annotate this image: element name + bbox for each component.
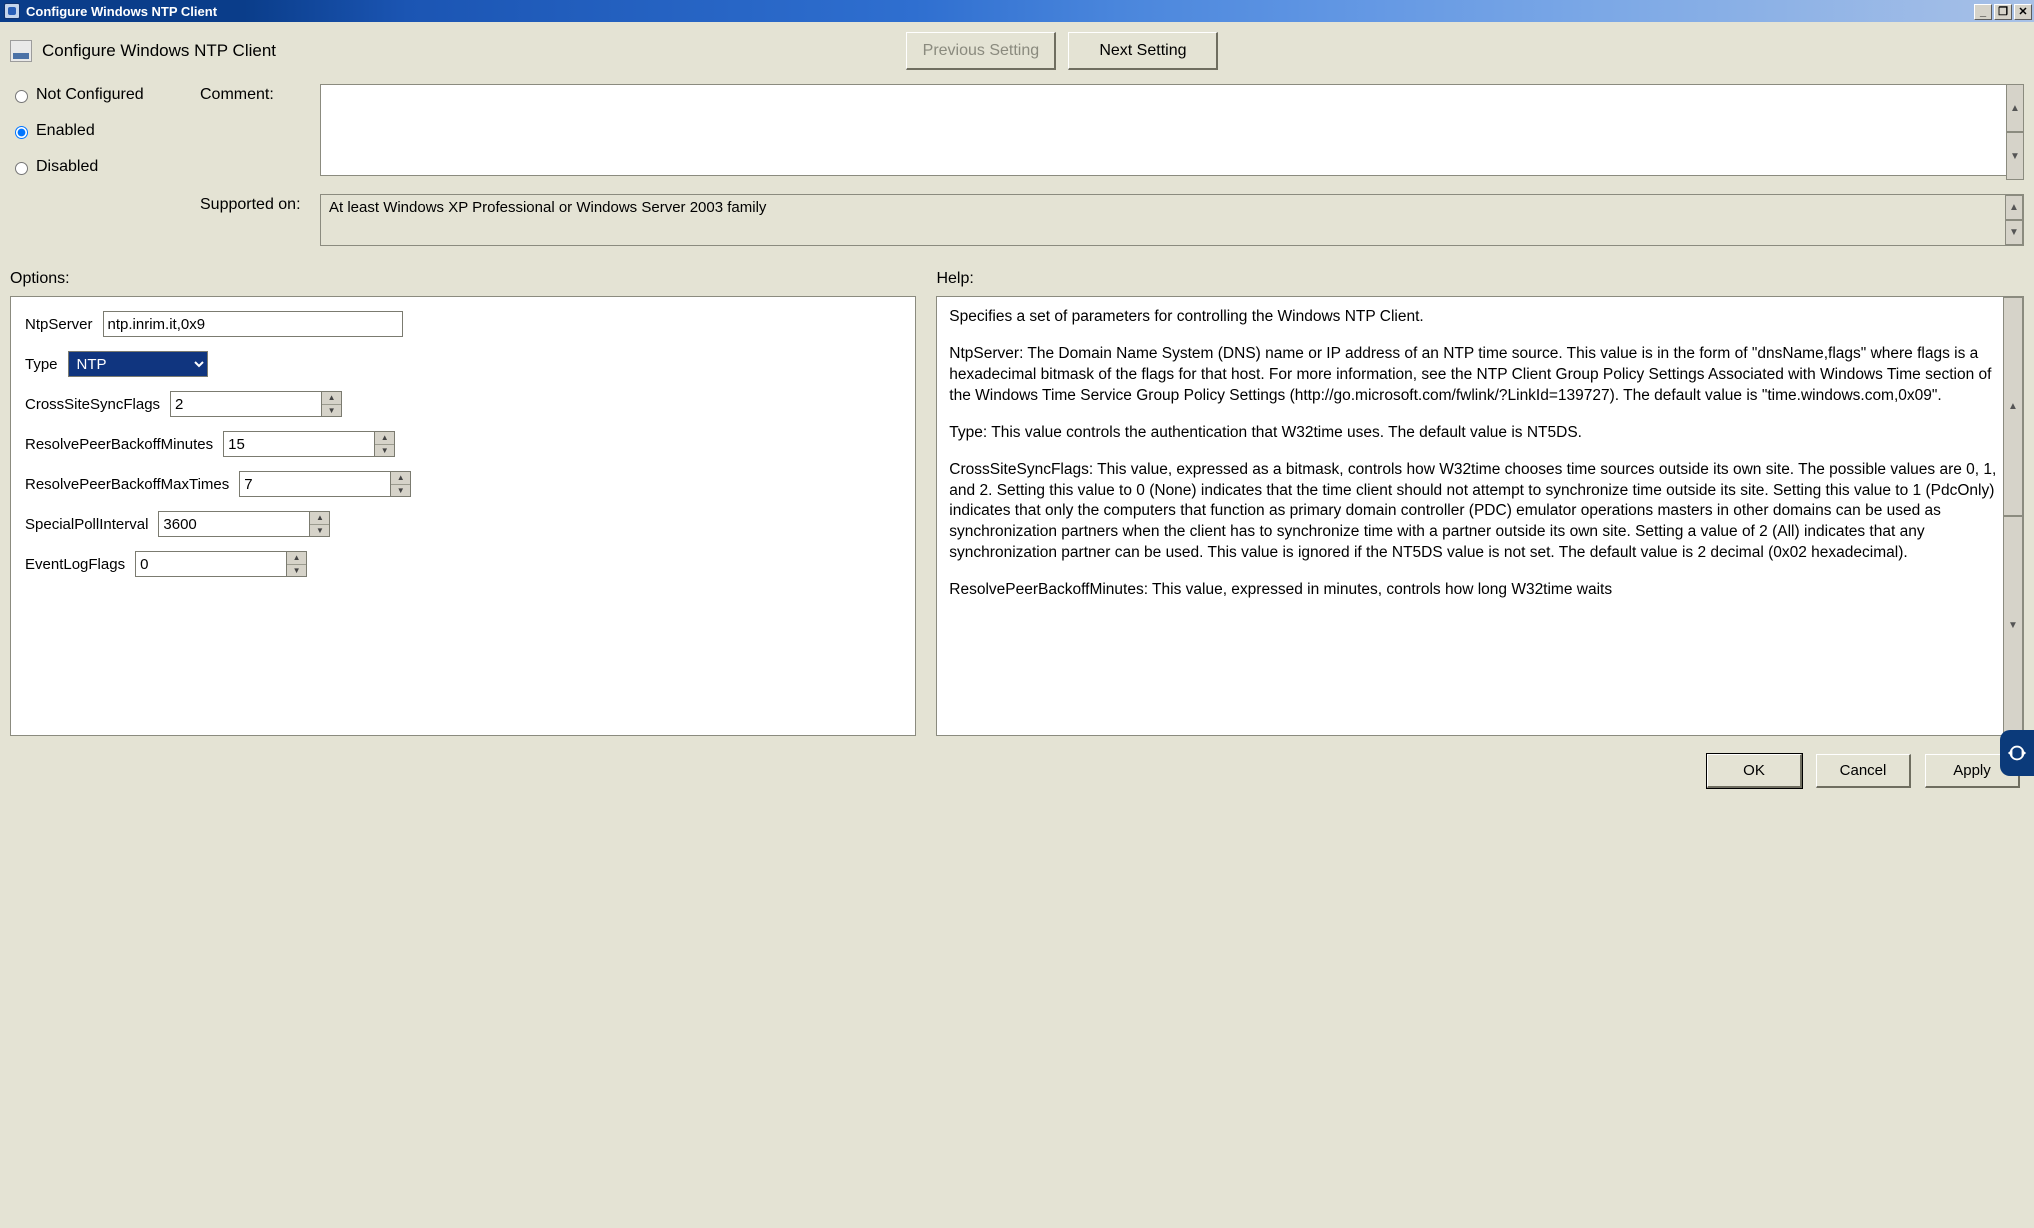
- resolvepeerbackoffmaxtimes-label: ResolvePeerBackoffMaxTimes: [25, 476, 229, 493]
- scroll-down-icon[interactable]: ▼: [2005, 220, 2023, 245]
- radio-enabled-label: Enabled: [36, 122, 95, 140]
- previous-setting-button[interactable]: Previous Setting: [906, 32, 1056, 70]
- help-text: NtpServer: The Domain Name System (DNS) …: [949, 344, 1997, 407]
- scroll-down-icon[interactable]: ▼: [2003, 516, 2023, 735]
- next-setting-button[interactable]: Next Setting: [1068, 32, 1218, 70]
- window-titlebar: Configure Windows NTP Client _ ❐ ✕: [0, 0, 2034, 22]
- resolvepeerbackoffminutes-spinner[interactable]: ▲▼: [223, 431, 395, 457]
- spin-down-icon[interactable]: ▼: [287, 565, 306, 577]
- specialpollinterval-spinner[interactable]: ▲▼: [158, 511, 330, 537]
- spin-up-icon[interactable]: ▲: [375, 432, 394, 445]
- options-heading: Options:: [10, 270, 936, 288]
- help-text: Type: This value controls the authentica…: [949, 423, 1997, 444]
- resolvepeerbackoffmaxtimes-spinner[interactable]: ▲▼: [239, 471, 411, 497]
- comment-textarea[interactable]: [320, 84, 2024, 176]
- app-icon: [4, 3, 20, 19]
- specialpollinterval-input[interactable]: [159, 512, 309, 536]
- spin-down-icon[interactable]: ▼: [391, 485, 410, 497]
- help-text: ResolvePeerBackoffMinutes: This value, e…: [949, 580, 1997, 601]
- policy-title: Configure Windows NTP Client: [42, 41, 276, 61]
- close-button[interactable]: ✕: [2014, 4, 2032, 20]
- radio-not-configured-label: Not Configured: [36, 86, 144, 104]
- crosssitesyncflags-label: CrossSiteSyncFlags: [25, 396, 160, 413]
- remote-session-badge-icon[interactable]: [2000, 730, 2034, 776]
- help-heading: Help:: [936, 270, 2024, 288]
- scroll-up-icon[interactable]: ▲: [2003, 297, 2023, 516]
- help-scroll[interactable]: ▲ ▼: [2003, 297, 2023, 735]
- resolvepeerbackoffmaxtimes-input[interactable]: [240, 472, 390, 496]
- type-select[interactable]: NTP: [68, 351, 208, 377]
- help-text: Specifies a set of parameters for contro…: [949, 307, 1997, 328]
- scroll-up-icon[interactable]: ▲: [2005, 195, 2023, 220]
- specialpollinterval-label: SpecialPollInterval: [25, 516, 148, 533]
- radio-not-configured[interactable]: Not Configured: [10, 86, 180, 104]
- supported-on-value: At least Windows XP Professional or Wind…: [329, 199, 766, 216]
- resolvepeerbackoffminutes-input[interactable]: [224, 432, 374, 456]
- spin-up-icon[interactable]: ▲: [322, 392, 341, 405]
- comment-label: Comment:: [200, 84, 320, 104]
- policy-icon: [10, 40, 32, 62]
- spin-up-icon[interactable]: ▲: [310, 512, 329, 525]
- spin-down-icon[interactable]: ▼: [322, 405, 341, 417]
- radio-disabled[interactable]: Disabled: [10, 158, 180, 176]
- spin-up-icon[interactable]: ▲: [391, 472, 410, 485]
- radio-disabled-label: Disabled: [36, 158, 98, 176]
- ok-button[interactable]: OK: [1707, 754, 1802, 788]
- window-title: Configure Windows NTP Client: [26, 4, 217, 19]
- minimize-button[interactable]: _: [1974, 4, 1992, 20]
- radio-not-configured-input[interactable]: [15, 90, 28, 103]
- spin-down-icon[interactable]: ▼: [375, 445, 394, 457]
- eventlogflags-label: EventLogFlags: [25, 556, 125, 573]
- options-panel: NtpServer Type NTP CrossSiteSyncFlags ▲▼…: [10, 296, 916, 736]
- help-panel: Specifies a set of parameters for contro…: [936, 296, 2024, 736]
- radio-enabled-input[interactable]: [15, 126, 28, 139]
- supported-scroll[interactable]: ▲ ▼: [2005, 195, 2023, 245]
- crosssitesyncflags-spinner[interactable]: ▲▼: [170, 391, 342, 417]
- spin-down-icon[interactable]: ▼: [310, 525, 329, 537]
- eventlogflags-spinner[interactable]: ▲▼: [135, 551, 307, 577]
- restore-button[interactable]: ❐: [1994, 4, 2012, 20]
- radio-enabled[interactable]: Enabled: [10, 122, 180, 140]
- supported-on-label: Supported on:: [200, 194, 320, 214]
- ntpserver-label: NtpServer: [25, 316, 93, 333]
- type-label: Type: [25, 356, 58, 373]
- spin-up-icon[interactable]: ▲: [287, 552, 306, 565]
- help-text: CrossSiteSyncFlags: This value, expresse…: [949, 460, 1997, 565]
- ntpserver-input[interactable]: [103, 311, 403, 337]
- crosssitesyncflags-input[interactable]: [171, 392, 321, 416]
- supported-on-box: At least Windows XP Professional or Wind…: [320, 194, 2024, 246]
- eventlogflags-input[interactable]: [136, 552, 286, 576]
- resolvepeerbackoffminutes-label: ResolvePeerBackoffMinutes: [25, 436, 213, 453]
- radio-disabled-input[interactable]: [15, 162, 28, 175]
- cancel-button[interactable]: Cancel: [1816, 754, 1911, 788]
